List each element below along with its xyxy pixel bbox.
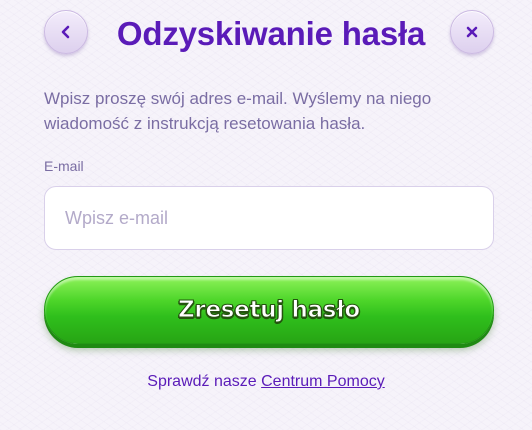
help-prefix: Sprawdź nasze [147, 373, 257, 390]
reset-password-button-label: Zresetuj hasło [178, 297, 361, 324]
back-button[interactable] [44, 10, 88, 54]
help-text: Sprawdź nasze Centrum Pomocy [0, 373, 532, 391]
close-button[interactable] [450, 10, 494, 54]
close-icon [465, 25, 479, 39]
chevron-left-icon [59, 25, 73, 39]
page-title: Odzyskiwanie hasła [116, 15, 426, 52]
email-label: E-mail [44, 158, 84, 174]
reset-password-button[interactable]: Zresetuj hasło [44, 276, 494, 344]
instructions-text: Wpisz proszę swój adres e-mail. Wyślemy … [44, 89, 432, 133]
dialog-header: Odzyskiwanie hasła [0, 0, 532, 70]
email-field[interactable] [44, 186, 494, 250]
help-center-link[interactable]: Centrum Pomocy [261, 373, 385, 390]
